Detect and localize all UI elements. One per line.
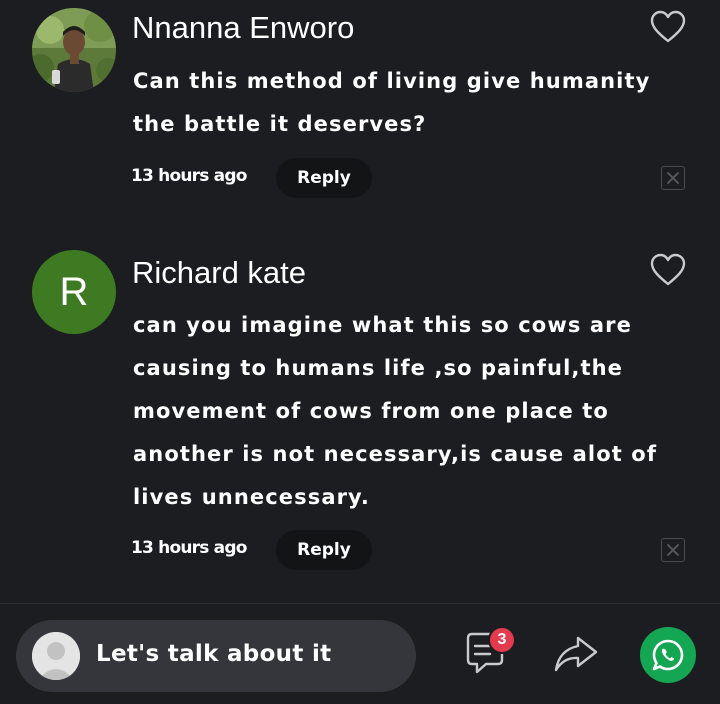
comment-input-placeholder: Let's talk about it bbox=[96, 641, 332, 667]
bottom-action-bar: Let's talk about it 3 bbox=[0, 603, 720, 704]
close-icon[interactable] bbox=[661, 166, 685, 190]
whatsapp-icon[interactable] bbox=[640, 627, 696, 683]
comment-text: Can this method of living give humanity … bbox=[133, 69, 651, 136]
comment-input[interactable]: Let's talk about it bbox=[16, 620, 416, 692]
user-avatar-icon bbox=[32, 632, 80, 680]
reply-button[interactable]: Reply bbox=[276, 158, 372, 198]
comment-timestamp: 13 hours ago bbox=[131, 166, 247, 186]
heart-icon[interactable] bbox=[650, 10, 686, 44]
comment-author[interactable]: Nnanna Enworo bbox=[132, 10, 354, 46]
comment-text: can you imagine what this so cows are ca… bbox=[133, 313, 658, 509]
close-icon[interactable] bbox=[661, 538, 685, 562]
comment-count-badge: 3 bbox=[488, 626, 516, 654]
reply-button[interactable]: Reply bbox=[276, 530, 372, 570]
share-icon[interactable] bbox=[552, 630, 600, 678]
comments-screen: Nnanna Enworo Can this method of living … bbox=[0, 0, 720, 704]
avatar[interactable] bbox=[32, 8, 116, 92]
comment-author[interactable]: Richard kate bbox=[132, 255, 306, 291]
heart-icon[interactable] bbox=[650, 253, 686, 287]
avatar[interactable]: R bbox=[32, 250, 116, 334]
comment-icon[interactable]: 3 bbox=[462, 626, 518, 682]
avatar-photo-image bbox=[32, 8, 116, 92]
comment-timestamp: 13 hours ago bbox=[131, 538, 247, 558]
